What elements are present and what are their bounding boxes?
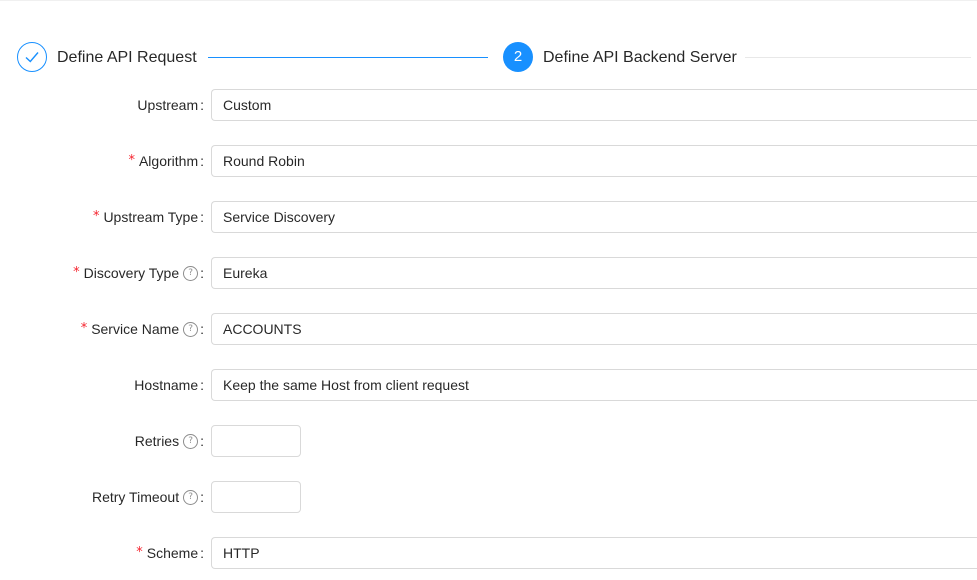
upstream-type-label: * Upstream Type: (93, 201, 204, 233)
required-mark: * (136, 545, 143, 560)
retries-label-text: Retries (134, 433, 180, 449)
label-colon: : (200, 433, 204, 449)
label-colon: : (200, 377, 204, 393)
algorithm-select[interactable]: Round Robin (211, 145, 977, 177)
required-mark: * (92, 209, 100, 224)
retry-timeout-label: Retry Timeout?: (92, 481, 204, 513)
upstream-label-text: Upstream (137, 97, 199, 113)
check-icon (25, 52, 39, 63)
discovery-type-label: * Discovery Type?: (73, 257, 204, 289)
step-1-title[interactable]: Define API Request (57, 48, 197, 68)
discovery-type-select[interactable]: Eureka (211, 257, 977, 289)
question-circle-icon[interactable]: ? (183, 433, 199, 449)
required-mark: * (73, 265, 80, 280)
required-mark: * (80, 321, 88, 336)
label-colon: : (200, 321, 204, 337)
hostname-row: Hostname: Keep the same Host from client… (0, 369, 977, 401)
retry-timeout-label-text: Retry Timeout (91, 489, 180, 505)
upstream-row: Upstream: Custom (0, 89, 977, 121)
service-name-row: * Service Name?: ACCOUNTS (0, 313, 977, 345)
upstream-type-row: * Upstream Type: Service Discovery (0, 201, 977, 233)
retries-label: Retries?: (135, 425, 204, 457)
steps-bar: Define API Request 2 Define API Backend … (0, 0, 977, 90)
scheme-select[interactable]: HTTP (211, 537, 977, 569)
label-colon: : (200, 209, 204, 225)
upstream-type-label-text: Upstream Type (103, 209, 199, 225)
label-colon: : (200, 489, 204, 505)
required-mark: * (128, 153, 135, 168)
scheme-label: * Scheme: (136, 537, 204, 569)
retry-timeout-row: Retry Timeout?: (0, 481, 977, 513)
question-circle-icon[interactable]: ? (183, 321, 199, 337)
label-colon: : (200, 545, 204, 561)
step-1-tail (208, 57, 488, 58)
algorithm-row: * Algorithm: Round Robin (0, 145, 977, 177)
step-1-check-icon[interactable] (17, 42, 47, 72)
label-colon: : (200, 153, 204, 169)
step-2-title[interactable]: Define API Backend Server (543, 48, 737, 68)
retries-row: Retries?: (0, 425, 977, 457)
retries-input[interactable] (211, 425, 301, 457)
discovery-type-row: * Discovery Type?: Eureka (0, 257, 977, 289)
service-name-input[interactable]: ACCOUNTS (211, 313, 977, 345)
service-name-label-text: Service Name (91, 321, 180, 337)
hostname-select[interactable]: Keep the same Host from client request (211, 369, 977, 401)
retry-timeout-input[interactable] (211, 481, 301, 513)
hostname-label: Hostname: (134, 369, 204, 401)
question-circle-icon[interactable]: ? (183, 265, 199, 281)
step-2-tail (745, 57, 971, 58)
upstream-select[interactable]: Custom (211, 89, 977, 121)
label-colon: : (200, 97, 204, 113)
label-colon: : (200, 265, 204, 281)
upstream-label: Upstream: (137, 89, 204, 121)
scheme-label-text: Scheme (146, 545, 199, 561)
discovery-type-label-text: Discovery Type (83, 265, 180, 281)
upstream-type-select[interactable]: Service Discovery (211, 201, 977, 233)
service-name-label: * Service Name?: (81, 313, 204, 345)
hostname-label-text: Hostname (134, 377, 199, 393)
algorithm-label-text: Algorithm (138, 153, 199, 169)
algorithm-label: * Algorithm: (128, 145, 204, 177)
scheme-row: * Scheme: HTTP (0, 537, 977, 569)
step-2-number-icon[interactable]: 2 (503, 42, 533, 72)
question-circle-icon[interactable]: ? (183, 489, 199, 505)
